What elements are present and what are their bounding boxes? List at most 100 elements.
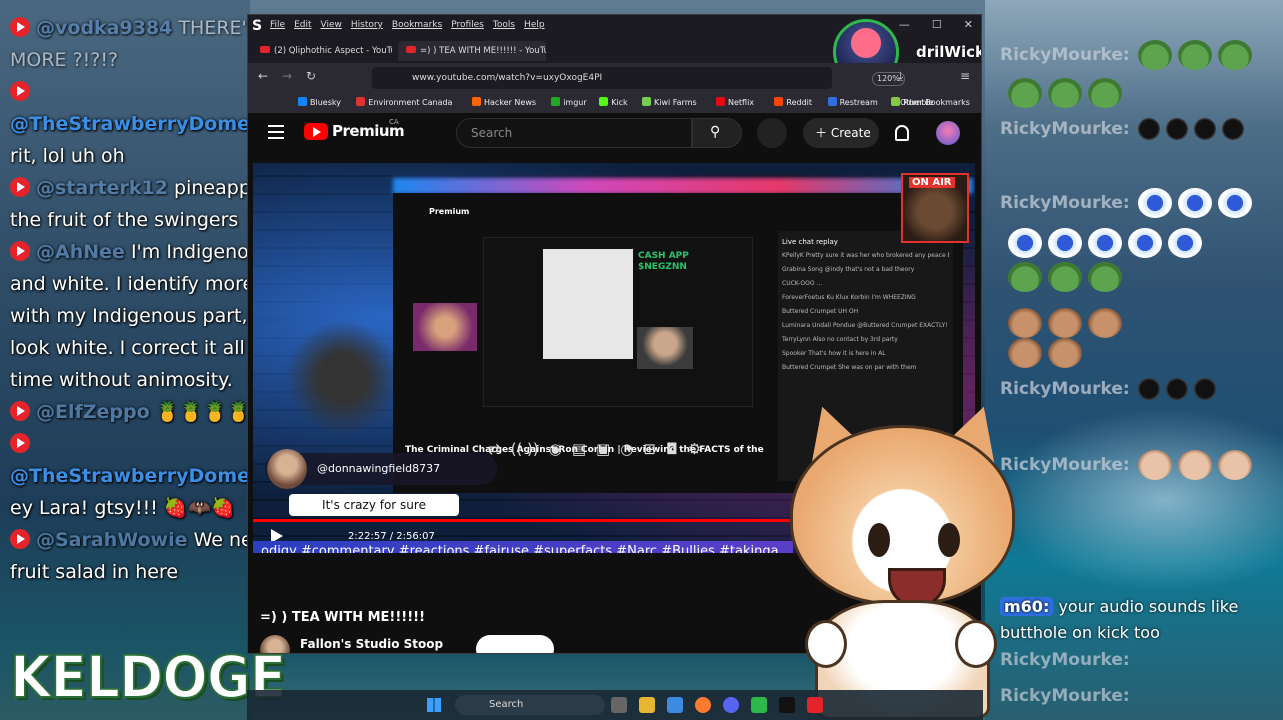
bookmark-favicon-icon <box>774 97 784 106</box>
speed-icon[interactable]: ◔ <box>620 440 633 458</box>
keldoge-logo: KELDOGE <box>9 642 287 712</box>
r-app-icon[interactable] <box>779 697 795 713</box>
film-icon[interactable]: ▤ <box>572 440 586 458</box>
bookmark-favicon-icon <box>716 97 725 106</box>
search-button[interactable]: ⚲ <box>692 118 742 148</box>
bookmark-label: Reddit <box>786 98 813 107</box>
youtube-search-input[interactable]: Search <box>456 118 692 148</box>
dog-emote-icon <box>1088 308 1122 338</box>
chat-text: I'm Indigenous and white. I identify mor… <box>10 241 286 391</box>
bookmark-bluesky[interactable]: Bluesky <box>298 93 341 113</box>
subscribe-button[interactable] <box>476 635 554 653</box>
menu-item-help[interactable]: Help <box>524 20 545 30</box>
bookmark-kiwi-farms[interactable]: Kiwi Farms <box>642 93 697 113</box>
bookmark-label: Environment Canada <box>368 98 453 107</box>
bookmark-imgur[interactable]: imgur <box>551 93 587 113</box>
bookmark-favicon-icon <box>356 97 366 106</box>
tab-tea-with-me[interactable]: =) ) TEA WITH ME!!!!!! - YouTube <box>398 41 546 61</box>
bookmark-label: Bluesky <box>310 98 341 107</box>
app-s-icon[interactable]: S <box>252 18 266 34</box>
downloads-icon[interactable]: ⤓ <box>898 69 903 84</box>
reload-icon[interactable]: ↻ <box>306 69 316 83</box>
create-button[interactable]: ＋ Create <box>803 118 879 148</box>
discord-icon[interactable] <box>723 697 739 713</box>
app-icon[interactable] <box>751 697 767 713</box>
settings-gear-icon[interactable]: ⚙ <box>688 440 701 458</box>
menu-icon[interactable]: ≡ <box>960 69 970 83</box>
youtube-taskbar-icon[interactable] <box>807 697 823 713</box>
forward-arrow-icon[interactable]: → <box>282 69 292 83</box>
menu-item-view[interactable]: View <box>321 20 342 30</box>
maximize-icon[interactable]: ☐ <box>932 18 942 31</box>
youtube-icon <box>10 401 30 421</box>
pip-icon[interactable]: ▣ <box>596 440 610 458</box>
frog-emote-icon <box>1088 78 1122 108</box>
cat-left-eye <box>868 523 890 557</box>
firefox-icon[interactable] <box>695 697 711 713</box>
cat-right-paw <box>955 620 997 668</box>
task-view-icon[interactable] <box>611 697 627 713</box>
close-icon[interactable]: ✕ <box>964 18 973 31</box>
tab-label: =) ) TEA WITH ME!!!!!! - YouTube <box>420 46 546 56</box>
chat-text: ey Lara! gtsy!!! 🍓🦇🍓 <box>10 497 235 519</box>
frog-emote-icon <box>1177 40 1212 70</box>
bookmark-label: Kiwi Farms <box>654 98 697 107</box>
menu-item-file[interactable]: File <box>270 20 285 30</box>
bookmark-favicon-icon <box>642 97 651 106</box>
channel-name[interactable]: Fallon's Studio Stoop <box>300 637 443 651</box>
highlighted-chat-message: It's crazy for sure <box>289 494 459 516</box>
frog-emote-icon <box>1217 40 1252 70</box>
broadcast-icon[interactable]: ((·)) <box>511 440 539 458</box>
account-avatar[interactable] <box>936 121 960 145</box>
youtube-logo-icon[interactable] <box>304 123 328 140</box>
bookmark-environment-canada[interactable]: Environment Canada <box>356 93 452 113</box>
camera-icon[interactable]: ◉ <box>549 440 562 458</box>
youtube-icon <box>10 177 30 197</box>
chat-username: @TheStrawberryDome17 <box>10 113 277 135</box>
bookmark-label: Kick <box>611 98 628 107</box>
channel-avatar[interactable] <box>260 635 290 653</box>
hand-emote-icon <box>1177 450 1212 480</box>
menu-item-bookmarks[interactable]: Bookmarks <box>392 20 442 30</box>
loop-icon[interactable]: ⇄ <box>488 440 501 458</box>
neon-light-strip <box>393 178 973 194</box>
menu-item-edit[interactable]: Edit <box>294 20 311 30</box>
screenshot-icon[interactable]: ◘ <box>666 440 678 458</box>
bookmark-hacker-news[interactable]: Hacker News <box>472 93 536 113</box>
on-air-badge: ON AIR <box>909 177 955 188</box>
microphone-icon[interactable] <box>757 118 787 148</box>
other-bookmarks[interactable]: Other Bookmarks <box>900 93 970 113</box>
bookmark-reddit[interactable]: Reddit <box>774 93 812 113</box>
inner-document <box>543 249 633 359</box>
youtube-icon <box>10 17 30 37</box>
frog-emote-icon <box>1008 262 1042 292</box>
windows-start-icon[interactable] <box>427 698 441 712</box>
tab-qliphothic[interactable]: (2) Qliphothic Aspect - YouTube <box>252 41 392 61</box>
menu-item-profiles[interactable]: Profiles <box>451 20 484 30</box>
bookmark-favicon-icon <box>827 97 837 106</box>
file-explorer-icon[interactable] <box>639 697 655 713</box>
menu-item-tools[interactable]: Tools <box>493 20 515 30</box>
bookmark-netflix[interactable]: Netflix <box>716 93 754 113</box>
chat-username: @vodka9384 <box>36 17 173 39</box>
bookmark-restream[interactable]: Restream <box>827 93 878 113</box>
youtube-favicon-icon <box>260 46 270 53</box>
chat-username: @TheStrawberryDome17 <box>10 465 277 487</box>
menu-item-history[interactable]: History <box>351 20 383 30</box>
chat-username: @AhNee <box>36 241 125 263</box>
bookmark-kick[interactable]: Kick <box>599 93 628 113</box>
bookmark-label: Netflix <box>728 98 755 107</box>
hamburger-menu-icon[interactable] <box>268 125 284 139</box>
back-arrow-icon[interactable]: ← <box>258 69 268 83</box>
frog-emote-icon <box>1048 262 1082 292</box>
right-chat-row <box>1000 308 1128 338</box>
cashapp-label: CASH APP $NEGZNN <box>638 251 689 272</box>
url-bar[interactable]: www.youtube.com/watch?v=uxyOxogE4PI 120% <box>372 67 905 89</box>
minimize-icon[interactable]: — <box>899 18 910 31</box>
photos-icon[interactable] <box>667 697 683 713</box>
player-controls: ⇄ ((·)) ◉ ▤ ▣ ◔ ⊞ ◘ ⚙ <box>488 440 701 458</box>
taskbar-search[interactable]: Search <box>455 695 605 715</box>
notifications-bell-icon[interactable] <box>895 125 909 141</box>
add-icon[interactable]: ⊞ <box>643 440 656 458</box>
live-chat-line: ForeverFoetus Ku Klux Korbin I'm WHEEZIN… <box>782 294 916 301</box>
